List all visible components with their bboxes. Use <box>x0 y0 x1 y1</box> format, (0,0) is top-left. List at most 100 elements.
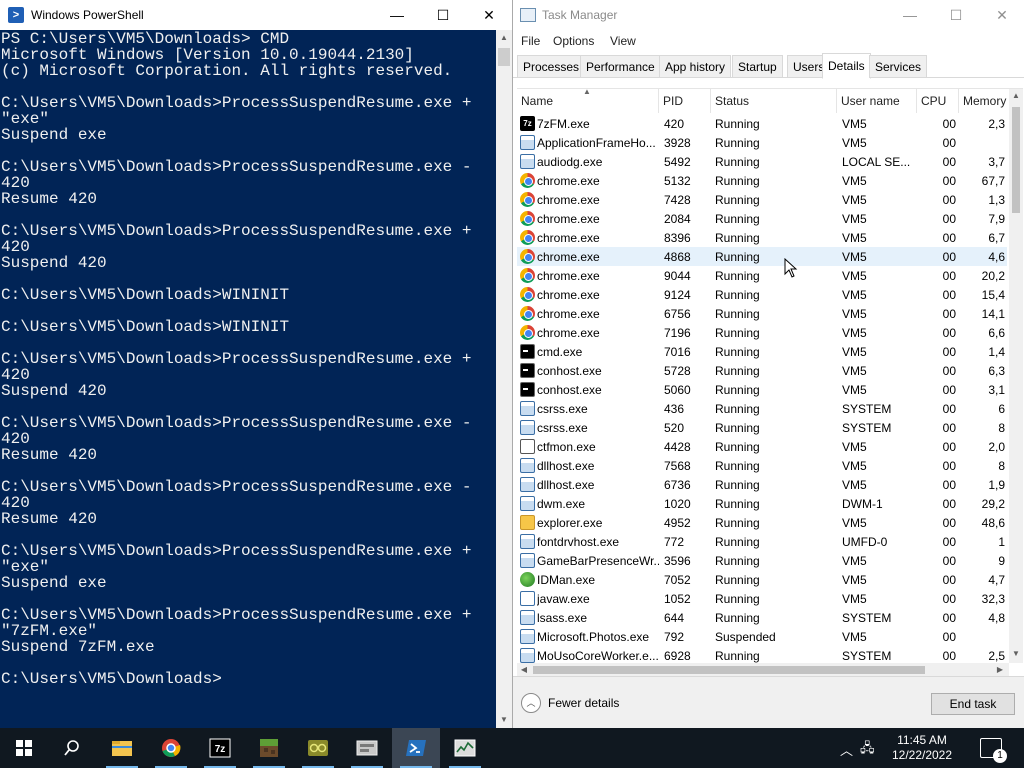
table-row[interactable]: conhost.exe 5060 Running VM5 00 3,1 <box>517 380 1007 399</box>
scroll-down-icon[interactable]: ▼ <box>496 712 512 728</box>
taskbar-app[interactable] <box>294 728 342 768</box>
table-row[interactable]: javaw.exe 1052 Running VM5 00 32,3 <box>517 589 1007 608</box>
powershell-window[interactable]: > Windows PowerShell — ☐ ✕ PS C:\Users\V… <box>0 0 512 728</box>
tab-startup[interactable]: Startup <box>732 55 783 78</box>
table-row[interactable]: audiodg.exe 5492 Running LOCAL SE... 00 3,7 <box>517 152 1007 171</box>
start-button[interactable] <box>0 728 48 768</box>
table-row[interactable]: dwm.exe 1020 Running DWM-1 00 29,2 <box>517 494 1007 513</box>
taskbar-chrome[interactable] <box>147 728 195 768</box>
search-button[interactable] <box>48 728 96 768</box>
taskbar-file-explorer[interactable] <box>98 728 146 768</box>
scroll-down-icon[interactable]: ▼ <box>1009 647 1023 661</box>
scrollbar-thumb[interactable] <box>533 666 925 674</box>
process-pid: 9044 <box>664 269 691 283</box>
table-row[interactable]: dllhost.exe 7568 Running VM5 00 8 <box>517 456 1007 475</box>
column-header-memory[interactable]: Memory <box>959 89 1009 113</box>
taskbar-minecraft[interactable] <box>245 728 293 768</box>
taskbar-7zip[interactable]: 7z <box>196 728 244 768</box>
scroll-left-icon[interactable]: ◀ <box>517 663 531 676</box>
table-row[interactable]: chrome.exe 4868 Running VM5 00 4,6 <box>517 247 1007 266</box>
table-row[interactable]: IDMan.exe 7052 Running VM5 00 4,7 <box>517 570 1007 589</box>
list-horizontal-scrollbar[interactable]: ◀ ▶ <box>517 663 1009 676</box>
column-header-status[interactable]: Status <box>711 89 837 113</box>
maximize-button[interactable]: ☐ <box>933 0 979 30</box>
console-scrollbar[interactable]: ▲ ▼ <box>496 30 512 728</box>
table-row[interactable]: explorer.exe 4952 Running VM5 00 48,6 <box>517 513 1007 532</box>
table-row[interactable]: csrss.exe 520 Running SYSTEM 00 8 <box>517 418 1007 437</box>
table-row[interactable]: chrome.exe 7428 Running VM5 00 1,3 <box>517 190 1007 209</box>
tab-details[interactable]: Details <box>822 53 871 79</box>
notification-center-button[interactable]: 1 <box>980 738 1007 763</box>
column-header-user-name[interactable]: User name <box>837 89 917 113</box>
console-output[interactable]: PS C:\Users\VM5\Downloads> CMD Microsoft … <box>0 30 496 728</box>
list-vertical-scrollbar[interactable]: ▲ ▼ <box>1009 89 1023 663</box>
process-memory: 32,3 <box>981 592 1005 606</box>
console-icon <box>520 363 535 378</box>
scrollbar-thumb[interactable] <box>1012 107 1020 213</box>
table-row[interactable]: chrome.exe 2084 Running VM5 00 7,9 <box>517 209 1007 228</box>
table-row[interactable]: chrome.exe 6756 Running VM5 00 14,1 <box>517 304 1007 323</box>
table-row[interactable]: fontdrvhost.exe 772 Running UMFD-0 00 1 <box>517 532 1007 551</box>
menu-file[interactable]: File <box>521 34 540 48</box>
taskbar-app[interactable] <box>343 728 391 768</box>
taskbar-task-manager[interactable] <box>441 728 489 768</box>
table-row[interactable]: dllhost.exe 6736 Running VM5 00 1,9 <box>517 475 1007 494</box>
table-row[interactable]: conhost.exe 5728 Running VM5 00 6,3 <box>517 361 1007 380</box>
table-row[interactable]: GameBarPresenceWr... 3596 Running VM5 00 9 <box>517 551 1007 570</box>
end-task-button[interactable]: End task <box>931 693 1015 715</box>
tab-services[interactable]: Services <box>869 55 928 78</box>
table-row[interactable]: chrome.exe 9044 Running VM5 00 20,2 <box>517 266 1007 285</box>
table-row[interactable]: 7z 7zFM.exe 420 Running VM5 00 2,3 <box>517 114 1007 133</box>
column-header-name[interactable]: Name ▲ <box>517 89 659 113</box>
powershell-titlebar[interactable]: > Windows PowerShell — ☐ ✕ <box>0 0 512 30</box>
scrollbar-thumb[interactable] <box>498 48 510 66</box>
network-icon[interactable]: 🖧 <box>860 739 875 761</box>
table-row[interactable]: chrome.exe 8396 Running VM5 00 6,7 <box>517 228 1007 247</box>
process-status: Running <box>715 288 760 302</box>
sort-arrow-icon: ▲ <box>583 89 591 96</box>
process-name: chrome.exe <box>537 326 600 340</box>
scroll-up-icon[interactable]: ▲ <box>496 30 512 46</box>
minimize-button[interactable]: — <box>887 0 933 30</box>
process-pid: 436 <box>664 402 685 416</box>
close-button[interactable]: ✕ <box>466 0 512 30</box>
table-row[interactable]: chrome.exe 7196 Running VM5 00 6,6 <box>517 323 1007 342</box>
table-row[interactable]: chrome.exe 9124 Running VM5 00 15,4 <box>517 285 1007 304</box>
process-status: Running <box>715 478 760 492</box>
console-line: "exe" <box>1 110 50 128</box>
process-status: Running <box>715 554 760 568</box>
table-row[interactable]: cmd.exe 7016 Running VM5 00 1,4 <box>517 342 1007 361</box>
process-user: SYSTEM <box>842 421 892 435</box>
column-header-cpu[interactable]: CPU <box>917 89 959 113</box>
table-row[interactable]: ApplicationFrameHo... 3928 Running VM5 00 <box>517 133 1007 152</box>
task-manager-window[interactable]: Task Manager — ☐ ✕ File Options View Pro… <box>512 0 1024 728</box>
menu-view[interactable]: View <box>610 34 636 48</box>
console-line: Suspend exe <box>1 126 107 144</box>
search-icon <box>64 740 79 756</box>
table-row[interactable]: ctfmon.exe 4428 Running VM5 00 2,0 <box>517 437 1007 456</box>
table-row[interactable]: Microsoft.Photos.exe 792 Suspended VM5 00 <box>517 627 1007 646</box>
task-manager-titlebar[interactable]: Task Manager — ☐ ✕ <box>513 0 1024 30</box>
taskbar-powershell[interactable] <box>392 728 440 768</box>
table-row[interactable]: chrome.exe 5132 Running VM5 00 67,7 <box>517 171 1007 190</box>
process-name: GameBarPresenceWr... <box>537 554 659 568</box>
tab-processes[interactable]: Processes <box>517 55 586 78</box>
table-row[interactable]: lsass.exe 644 Running SYSTEM 00 4,8 <box>517 608 1007 627</box>
column-header-pid[interactable]: PID <box>659 89 711 113</box>
clock[interactable]: 11:45 AM 12/22/2022 <box>882 733 962 763</box>
scroll-up-icon[interactable]: ▲ <box>1009 89 1023 103</box>
console-line: C:\Users\VM5\Downloads>ProcessSuspendRes… <box>1 414 472 432</box>
table-row[interactable]: csrss.exe 436 Running SYSTEM 00 6 <box>517 399 1007 418</box>
menu-options[interactable]: Options <box>553 34 594 48</box>
process-cpu: 00 <box>942 383 956 397</box>
scroll-right-icon[interactable]: ▶ <box>993 663 1007 676</box>
close-button[interactable]: ✕ <box>979 0 1024 30</box>
minimize-button[interactable]: — <box>374 0 420 30</box>
chevron-up-icon[interactable]: ︿ <box>840 740 853 759</box>
tab-app-history[interactable]: App history <box>659 55 732 78</box>
process-memory: 4,7 <box>988 573 1005 587</box>
process-status: Running <box>715 174 760 188</box>
maximize-button[interactable]: ☐ <box>420 0 466 30</box>
tab-performance[interactable]: Performance <box>580 55 661 78</box>
process-details-list[interactable]: Name ▲ PID Status User name CPU Memory 7z… <box>517 88 1023 676</box>
